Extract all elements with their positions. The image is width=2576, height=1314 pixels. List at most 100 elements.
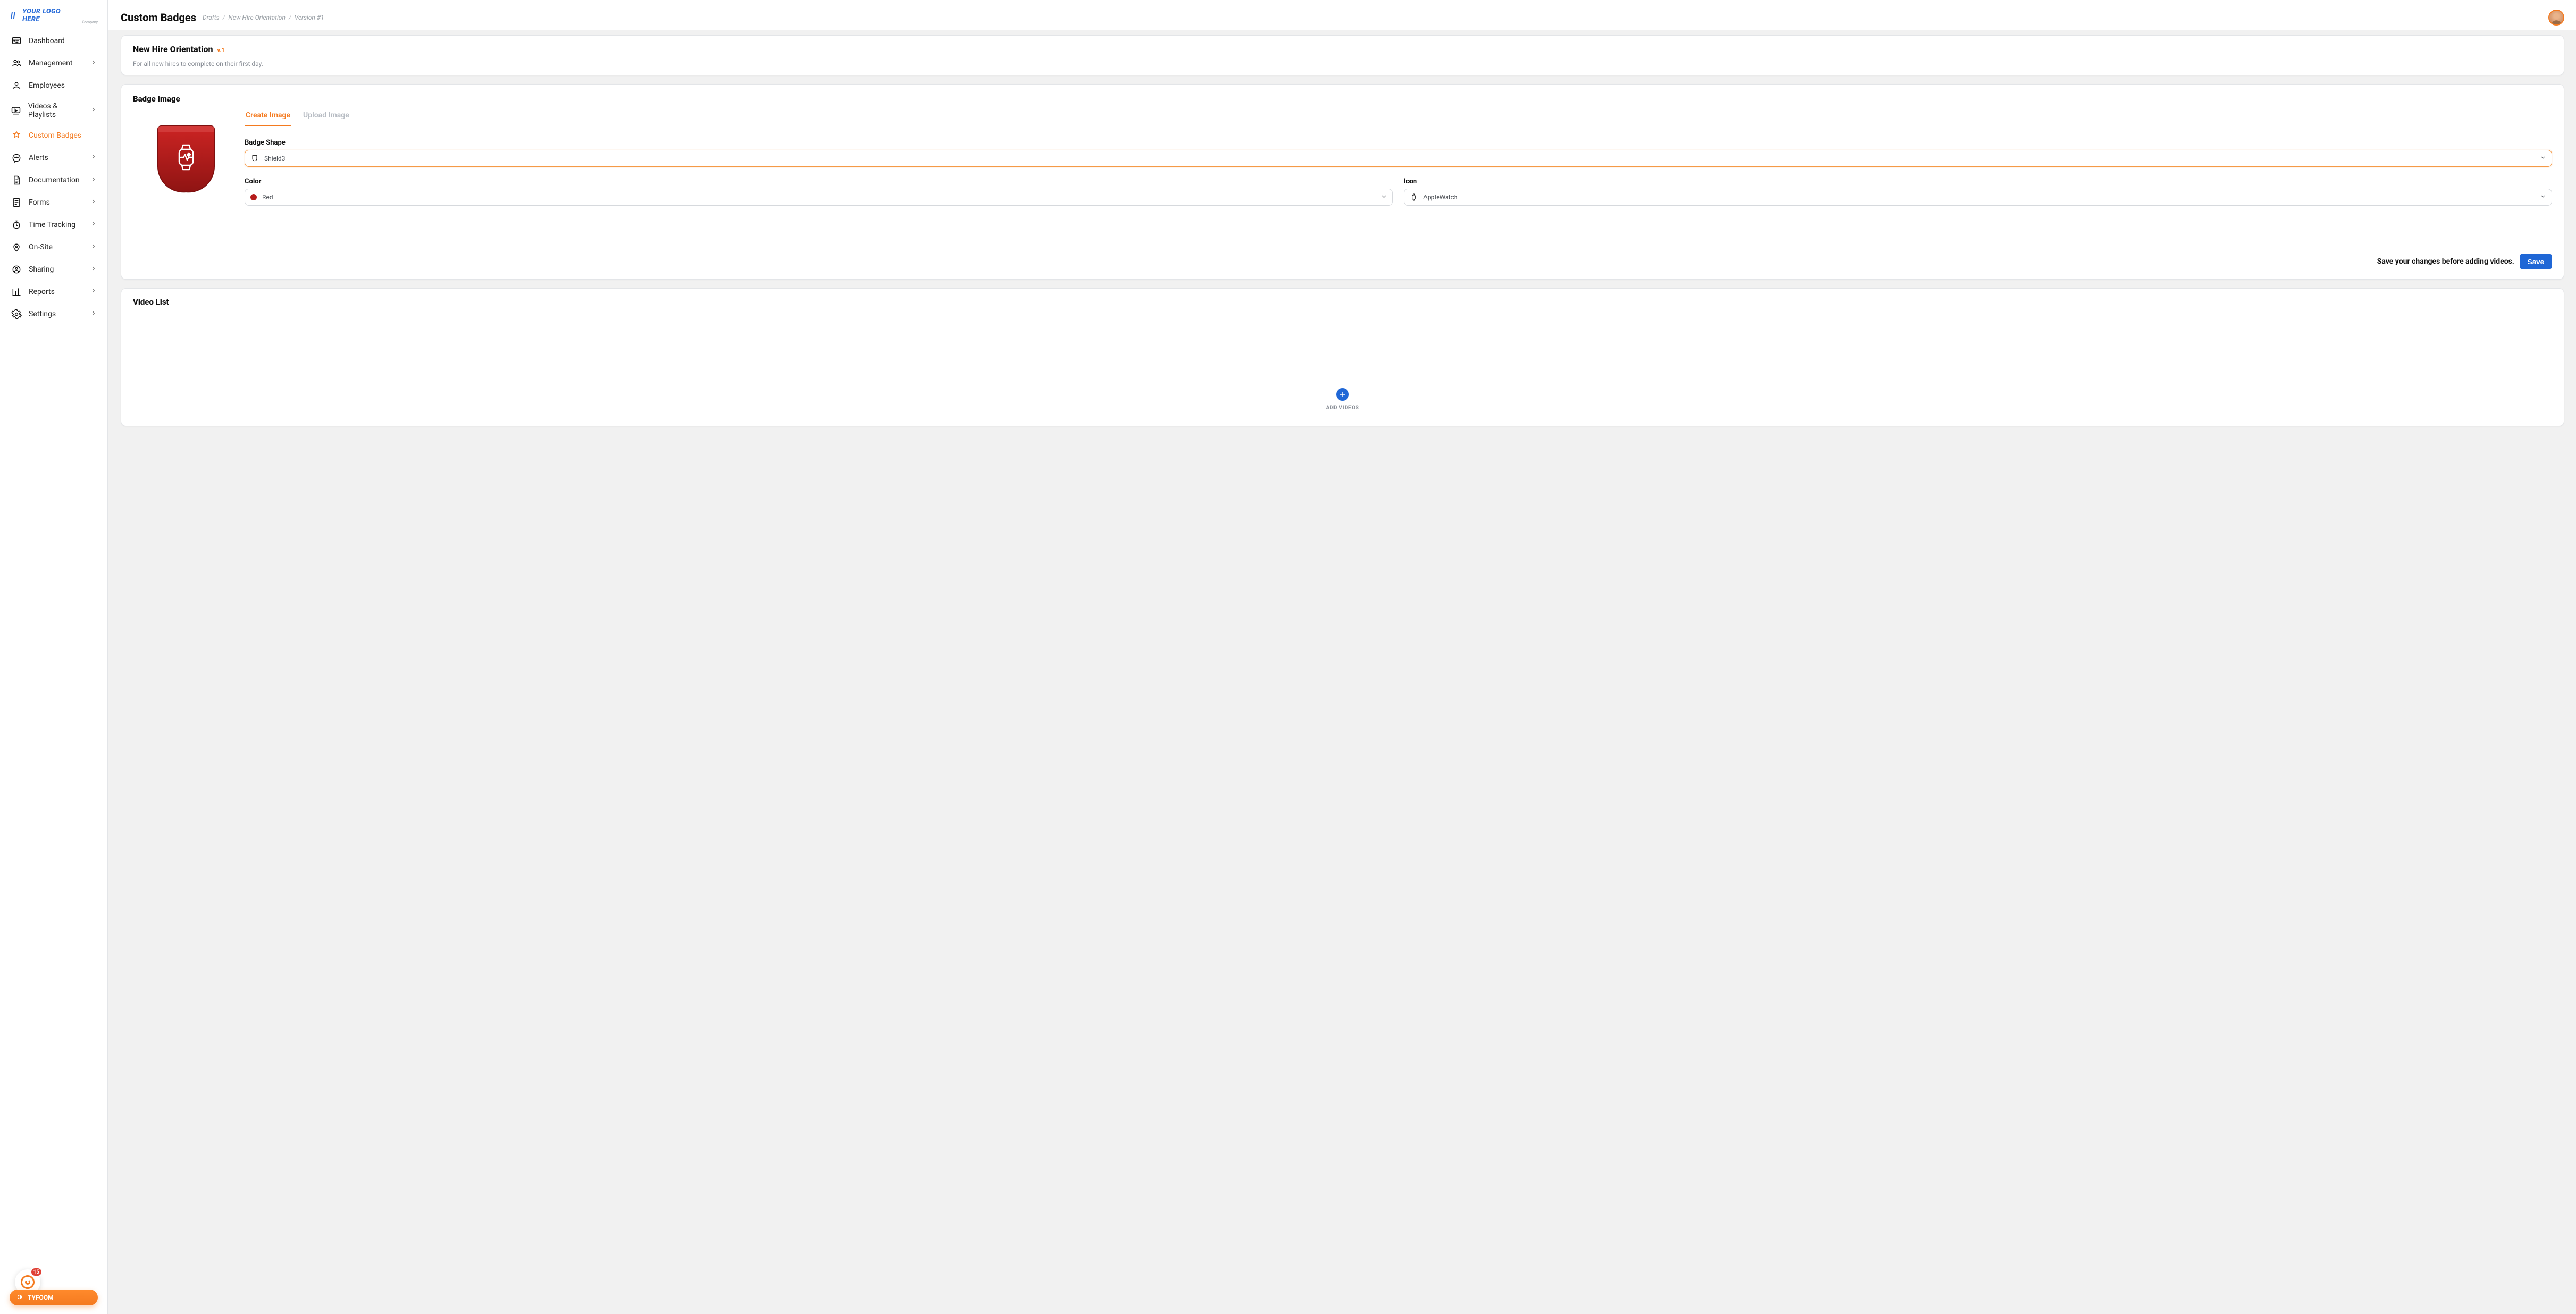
- save-bar: Save your changes before adding videos. …: [133, 254, 2552, 269]
- shield-icon: [250, 154, 259, 163]
- sidebar-item-onsite[interactable]: On-Site: [3, 236, 104, 258]
- color-swatch: [250, 194, 257, 200]
- pin-icon: [11, 241, 22, 253]
- chevron-down-icon: [2540, 155, 2546, 163]
- crumb[interactable]: New Hire Orientation: [228, 14, 285, 21]
- sidebar-item-label: Reports: [29, 288, 55, 296]
- badge-description: For all new hires to complete on their f…: [121, 60, 2564, 75]
- badge-preview: [133, 107, 239, 250]
- breadcrumb: Drafts / New Hire Orientation / Version …: [203, 14, 324, 21]
- swirl-icon: [21, 1275, 35, 1289]
- shape-select[interactable]: Shield3: [245, 150, 2552, 167]
- sidebar-item-videos[interactable]: Videos & Playlists: [3, 97, 104, 124]
- shape-value: Shield3: [264, 155, 285, 162]
- crumb-sep: /: [223, 14, 225, 21]
- doc-icon: [11, 174, 22, 186]
- watch-icon: [1409, 193, 1418, 201]
- icon-select[interactable]: AppleWatch: [1404, 189, 2552, 206]
- chat-logo-icon: [16, 1293, 23, 1302]
- save-button[interactable]: Save: [2520, 254, 2552, 269]
- badge-form: Create Image Upload Image Badge Shape: [245, 107, 2552, 250]
- main: Custom Badges Drafts / New Hire Orientat…: [108, 0, 2576, 1314]
- chevron-right-icon: [90, 243, 97, 251]
- chevron-down-icon: [2540, 193, 2546, 201]
- sidebar-item-label: Forms: [29, 198, 50, 207]
- sidebar-item-label: Employees: [29, 81, 65, 90]
- icon-label: Icon: [1404, 178, 2552, 186]
- content: New Hire Orientation v.1 For all new hir…: [108, 30, 2576, 440]
- brand-logo: YOUR LOGO HERE Company: [0, 0, 107, 28]
- sidebar-item-label: Dashboard: [29, 37, 65, 45]
- crumb[interactable]: Drafts: [203, 14, 220, 21]
- tab-create-image[interactable]: Create Image: [245, 107, 291, 126]
- sidebar-item-label: Sharing: [29, 265, 54, 274]
- brand-text: YOUR LOGO HERE: [22, 7, 75, 23]
- chat-count-badge: 15: [30, 1267, 43, 1277]
- chevron-right-icon: [90, 265, 97, 274]
- shape-label: Badge Shape: [245, 139, 2552, 147]
- chevron-down-icon: [1381, 193, 1387, 201]
- color-select[interactable]: Red: [245, 189, 1393, 206]
- tabs: Create Image Upload Image: [245, 107, 2552, 127]
- sidebar-item-label: Alerts: [29, 154, 48, 162]
- sidebar-item-label: Custom Badges: [29, 131, 81, 140]
- topbar: Custom Badges Drafts / New Hire Orientat…: [108, 0, 2576, 30]
- chevron-right-icon: [90, 106, 97, 115]
- sidebar-item-label: Videos & Playlists: [28, 102, 84, 119]
- chart-icon: [11, 286, 22, 298]
- sidebar-item-label: Documentation: [29, 176, 80, 184]
- badge-name: New Hire Orientation: [133, 44, 213, 54]
- chat-label: TYFOOM: [28, 1294, 54, 1301]
- page-title: Custom Badges: [121, 11, 196, 24]
- sidebar-item-employees[interactable]: Employees: [3, 74, 104, 97]
- badge-icon: [11, 130, 22, 141]
- add-video-fab[interactable]: [1336, 388, 1349, 401]
- stopwatch-icon: [11, 219, 22, 231]
- sidebar-item-label: Settings: [29, 310, 56, 318]
- crumb[interactable]: Version #1: [295, 14, 324, 21]
- sidebar-item-alerts[interactable]: Alerts: [3, 147, 104, 169]
- sidebar: YOUR LOGO HERE Company Dashboard Managem…: [0, 0, 108, 1314]
- badge-version: v.1: [217, 47, 224, 54]
- sidebar-item-time-tracking[interactable]: Time Tracking: [3, 214, 104, 236]
- chevron-right-icon: [90, 310, 97, 318]
- share-icon: [11, 264, 22, 275]
- crumb-sep: /: [289, 14, 291, 21]
- alert-icon: [11, 152, 22, 164]
- sidebar-nav: Dashboard Management Employees: [0, 28, 107, 1314]
- color-label: Color: [245, 178, 1393, 186]
- add-videos-label[interactable]: ADD VIDEOS: [1326, 405, 1360, 411]
- badge-image-card: Badge Image: [121, 84, 2564, 280]
- app-root: YOUR LOGO HERE Company Dashboard Managem…: [0, 0, 2576, 1314]
- sidebar-item-reports[interactable]: Reports: [3, 281, 104, 303]
- chevron-right-icon: [90, 288, 97, 296]
- chat-pill[interactable]: TYFOOM: [10, 1290, 98, 1305]
- sidebar-item-documentation[interactable]: Documentation: [3, 169, 104, 191]
- user-avatar[interactable]: [2548, 10, 2564, 26]
- brand-subtext: Company: [82, 20, 98, 24]
- sidebar-item-label: Management: [29, 59, 72, 68]
- sidebar-item-label: Time Tracking: [29, 221, 75, 229]
- save-note: Save your changes before adding videos.: [2377, 257, 2514, 266]
- video-empty-state: ADD VIDEOS: [121, 307, 2564, 426]
- sidebar-item-forms[interactable]: Forms: [3, 191, 104, 214]
- chevron-right-icon: [90, 198, 97, 207]
- sidebar-item-settings[interactable]: Settings: [3, 303, 104, 325]
- video-list-card: Video List ADD VIDEOS: [121, 288, 2564, 426]
- badge-header-card: New Hire Orientation v.1 For all new hir…: [121, 35, 2564, 75]
- sidebar-item-label: On-Site: [29, 243, 53, 251]
- chevron-right-icon: [90, 154, 97, 162]
- sidebar-item-dashboard[interactable]: Dashboard: [3, 30, 104, 52]
- gear-icon: [11, 308, 22, 320]
- icon-value: AppleWatch: [1423, 193, 1457, 201]
- sidebar-item-management[interactable]: Management: [3, 52, 104, 74]
- section-title: Video List: [121, 289, 2564, 307]
- sidebar-item-custom-badges[interactable]: Custom Badges: [3, 124, 104, 147]
- person-icon: [11, 80, 22, 91]
- tab-upload-image[interactable]: Upload Image: [302, 107, 350, 126]
- section-title: Badge Image: [133, 94, 2552, 104]
- sidebar-item-sharing[interactable]: Sharing: [3, 258, 104, 281]
- color-value: Red: [262, 193, 273, 201]
- chevron-right-icon: [90, 176, 97, 184]
- chevron-right-icon: [90, 221, 97, 229]
